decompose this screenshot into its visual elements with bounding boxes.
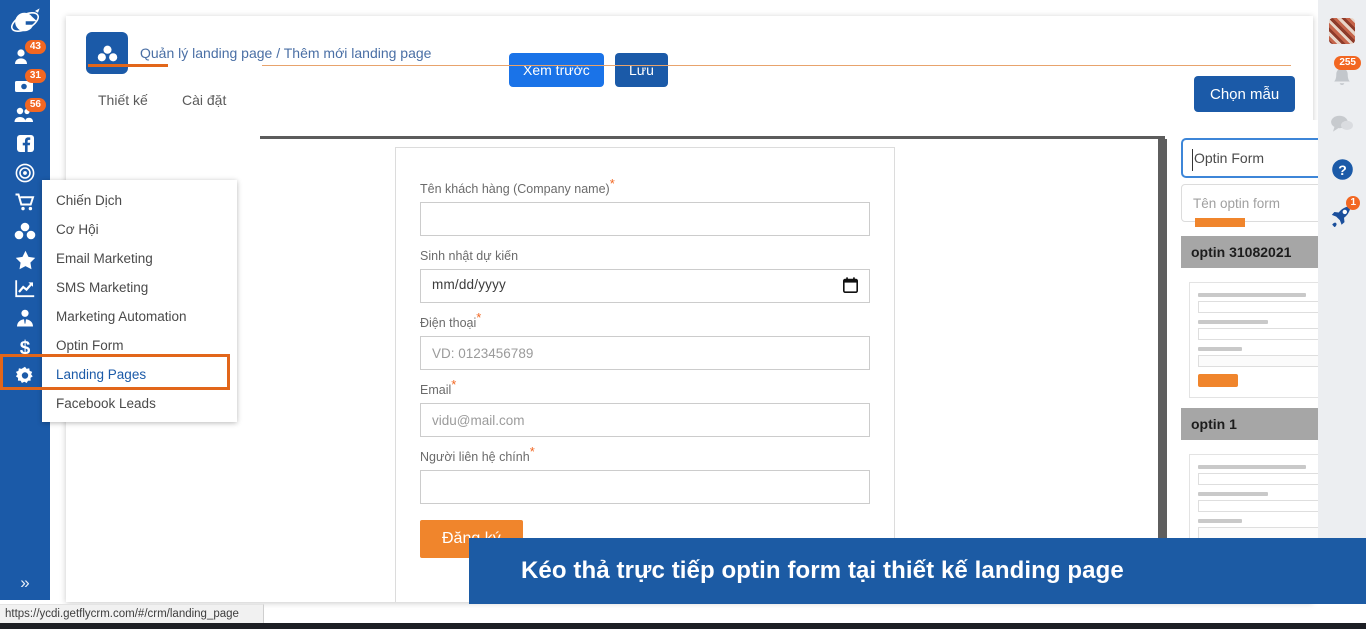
- label-text: Email: [420, 383, 452, 397]
- date-placeholder-text: mm/dd/yyyy: [432, 277, 507, 292]
- card-header: Quản lý landing page / Thêm mới landing …: [66, 16, 1313, 92]
- menu-item-optin-form[interactable]: Optin Form: [42, 331, 237, 360]
- choose-template-button[interactable]: Chọn mẫu: [1194, 76, 1296, 112]
- os-taskbar: [0, 623, 1366, 629]
- nav-flyout-menu: Chiến Dịch Cơ Hội Email Marketing SMS Ma…: [42, 180, 237, 422]
- tab-thiet-ke[interactable]: Thiết kế: [98, 92, 148, 116]
- required-marker: *: [476, 309, 482, 325]
- required-marker: *: [529, 443, 535, 459]
- field-label: Điện thoại*: [420, 311, 481, 331]
- avatar[interactable]: [1318, 8, 1366, 54]
- chevron-double-right-icon[interactable]: »: [0, 566, 50, 600]
- tab-active-underline: [88, 64, 168, 67]
- bell-icon[interactable]: 255: [1318, 54, 1366, 100]
- help-circle-icon[interactable]: ?: [1318, 146, 1366, 192]
- canvas-scrollbar[interactable]: [1158, 139, 1167, 602]
- chat-bubble-icon[interactable]: [1318, 100, 1366, 146]
- menu-item-chien-dich[interactable]: Chiến Dịch: [42, 186, 237, 215]
- menu-item-email-marketing[interactable]: Email Marketing: [42, 244, 237, 273]
- mini-label: [1198, 492, 1269, 496]
- landing-page-canvas[interactable]: Tên khách hàng (Company name)* Sinh nhật…: [260, 136, 1167, 602]
- getfly-logo-icon[interactable]: [0, 2, 50, 42]
- menu-item-sms-marketing[interactable]: SMS Marketing: [42, 273, 237, 302]
- mini-submit-button: [1198, 374, 1238, 387]
- menu-item-facebook-leads[interactable]: Facebook Leads: [42, 389, 237, 418]
- company-name-input[interactable]: [420, 202, 870, 236]
- status-url: https://ycdi.getflycrm.com/#/crm/landing…: [5, 608, 239, 620]
- optin-name-placeholder: Tên optin form: [1193, 195, 1281, 211]
- tab-cai-dat[interactable]: Cài đặt: [182, 92, 226, 116]
- email-input[interactable]: [420, 403, 870, 437]
- breadcrumb[interactable]: Quản lý landing page / Thêm mới landing …: [140, 44, 431, 62]
- sidebar-item-customer[interactable]: 43: [0, 40, 50, 71]
- sidebar-item-invoice[interactable]: 31: [0, 69, 50, 100]
- field-company-name: Tên khách hàng (Company name)*: [420, 177, 870, 236]
- required-marker: *: [451, 376, 457, 392]
- label-text: Người liên hệ chính: [420, 450, 530, 464]
- field-birthday: Sinh nhật dự kiến mm/dd/yyyy: [420, 247, 870, 303]
- mini-label: [1198, 519, 1242, 523]
- partial-submit-button: [1195, 218, 1245, 227]
- field-label: Tên khách hàng (Company name)*: [420, 177, 615, 197]
- right-sidebar: 255 ? 1: [1318, 0, 1366, 600]
- badge-rocket: 1: [1346, 196, 1360, 210]
- field-contact-person: Người liên hệ chính*: [420, 445, 870, 504]
- contact-person-input[interactable]: [420, 470, 870, 504]
- field-phone: Điện thoại*: [420, 311, 870, 370]
- cubes-icon: [86, 32, 128, 74]
- browser-status-bar: https://ycdi.getflycrm.com/#/crm/landing…: [0, 604, 264, 623]
- badge-invoice: 31: [24, 69, 46, 83]
- svg-text:?: ?: [1338, 162, 1347, 178]
- rocket-icon[interactable]: 1: [1318, 192, 1366, 238]
- menu-item-landing-pages[interactable]: Landing Pages: [42, 360, 237, 389]
- date-input-wrap[interactable]: mm/dd/yyyy: [420, 269, 870, 303]
- text-cursor: [1192, 149, 1193, 171]
- badge-customer: 43: [24, 40, 46, 54]
- banner-text: Kéo thả trực tiếp optin form tại thiết k…: [521, 557, 1124, 584]
- preview-button[interactable]: Xem trước: [509, 53, 604, 87]
- menu-item-co-hoi[interactable]: Cơ Hội: [42, 215, 237, 244]
- save-button[interactable]: Lưu: [615, 53, 668, 87]
- tab-rule: [262, 65, 1291, 66]
- optin-type-value: Optin Form: [1194, 150, 1265, 166]
- optin-form-block[interactable]: Tên khách hàng (Company name)* Sinh nhật…: [395, 147, 895, 602]
- app-screen: 43 31 56 $ » Quản lý landing page / Thêm…: [0, 0, 1366, 629]
- main-card: Quản lý landing page / Thêm mới landing …: [66, 16, 1366, 602]
- mini-label: [1198, 347, 1242, 351]
- field-label: Email*: [420, 378, 456, 398]
- tutorial-banner: Kéo thả trực tiếp optin form tại thiết k…: [469, 538, 1366, 604]
- required-marker: *: [609, 175, 615, 191]
- label-text: Tên khách hàng (Company name): [420, 182, 610, 196]
- canvas-surface[interactable]: Tên khách hàng (Company name)* Sinh nhật…: [260, 139, 1155, 602]
- mini-label: [1198, 465, 1307, 469]
- sidebar-item-facebook[interactable]: [0, 129, 50, 158]
- mini-label: [1198, 293, 1307, 297]
- svg-text:$: $: [20, 338, 31, 357]
- label-text: Điện thoại: [420, 316, 477, 330]
- badge-contacts: 56: [24, 98, 46, 112]
- field-label: Người liên hệ chính*: [420, 445, 535, 465]
- phone-input[interactable]: [420, 336, 870, 370]
- badge-notifications: 255: [1334, 56, 1361, 70]
- field-email: Email*: [420, 378, 870, 437]
- tab-bar: Thiết kế Cài đặt: [66, 92, 1313, 124]
- calendar-icon[interactable]: [843, 277, 858, 298]
- sidebar-item-contacts[interactable]: 56: [0, 98, 50, 129]
- mini-label: [1198, 320, 1269, 324]
- field-label: Sinh nhật dự kiến: [420, 249, 519, 263]
- menu-item-marketing-automation[interactable]: Marketing Automation: [42, 302, 237, 331]
